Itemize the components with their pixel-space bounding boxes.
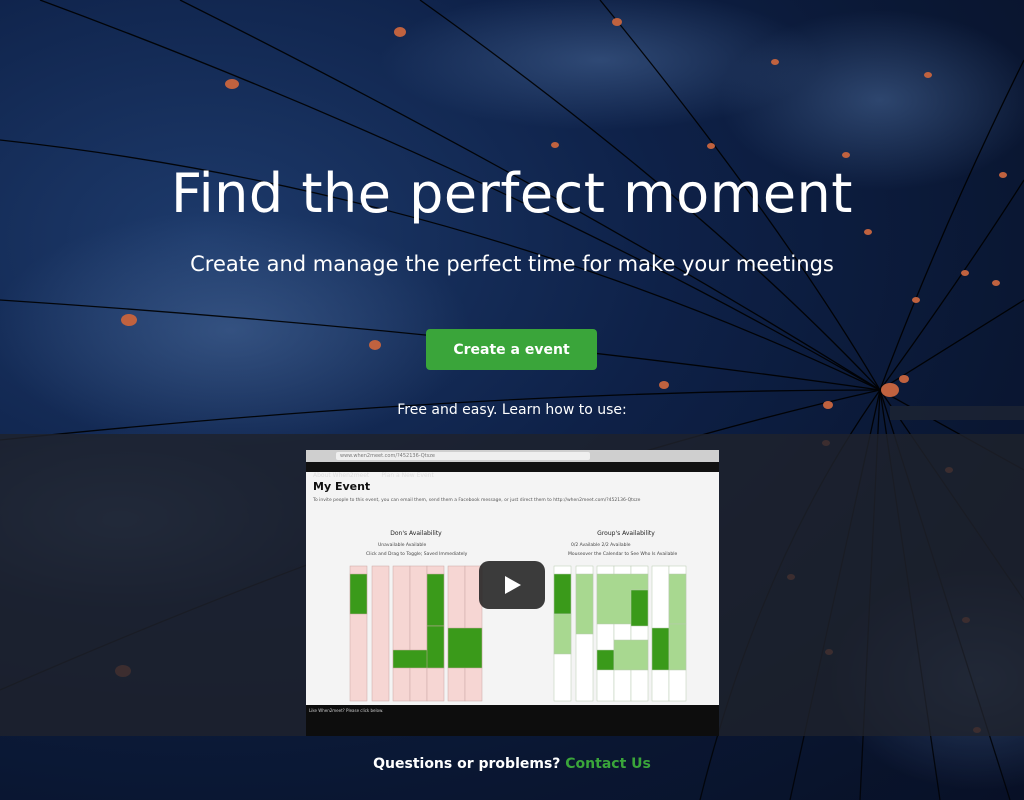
video-url-bar: www.when2meet.com/?452136-Qtsze	[336, 452, 590, 460]
play-icon	[505, 576, 521, 594]
video-right-hint: Mouseover the Calendar to See Who Is Ava…	[568, 552, 678, 557]
video-bottom-caption: Like When2meet? Please click below.	[309, 708, 384, 713]
create-event-button[interactable]: Create a event	[426, 329, 597, 370]
video-site-nav: About When2meet Plan a New Event	[306, 462, 719, 479]
video-nav-item: About When2meet	[313, 472, 370, 479]
contact-us-link[interactable]: Contact Us	[565, 756, 651, 772]
video-section: www.when2meet.com/?452136-Qtsze About Wh…	[0, 434, 1024, 736]
video-invite-text: To invite people to this event, you can …	[313, 498, 641, 503]
learn-how-hint: Free and easy. Learn how to use:	[397, 402, 627, 418]
video-right-legend: 0/2 Available 2/2 Available	[571, 543, 631, 548]
video-right-grid	[553, 565, 687, 702]
hero-title: Find the perfect moment	[171, 162, 853, 225]
tutorial-video-embed[interactable]: www.when2meet.com/?452136-Qtsze About Wh…	[306, 450, 719, 736]
video-nav-item: Plan a New Event	[381, 472, 434, 479]
video-play-button[interactable]	[479, 561, 545, 609]
hero-section: Find the perfect moment Create and manag…	[0, 0, 1024, 434]
footer-question: Questions or problems?	[373, 756, 561, 772]
hero-subtitle: Create and manage the perfect time for m…	[190, 252, 834, 276]
video-event-title: My Event	[313, 480, 371, 493]
video-left-grid	[349, 565, 483, 702]
video-bottom-bar: Like When2meet? Please click below.	[306, 705, 719, 736]
footer: Questions or problems? Contact Us	[0, 736, 1024, 800]
video-left-legend: Unavailable Available	[378, 543, 427, 548]
footer-text: Questions or problems? Contact Us	[0, 756, 1024, 772]
video-left-hint: Click and Drag to Toggle; Saved Immediat…	[366, 552, 468, 557]
video-left-grid-title: Don's Availability	[390, 530, 442, 537]
video-browser-bar: www.when2meet.com/?452136-Qtsze	[306, 450, 719, 462]
video-right-grid-title: Group's Availability	[597, 530, 655, 537]
